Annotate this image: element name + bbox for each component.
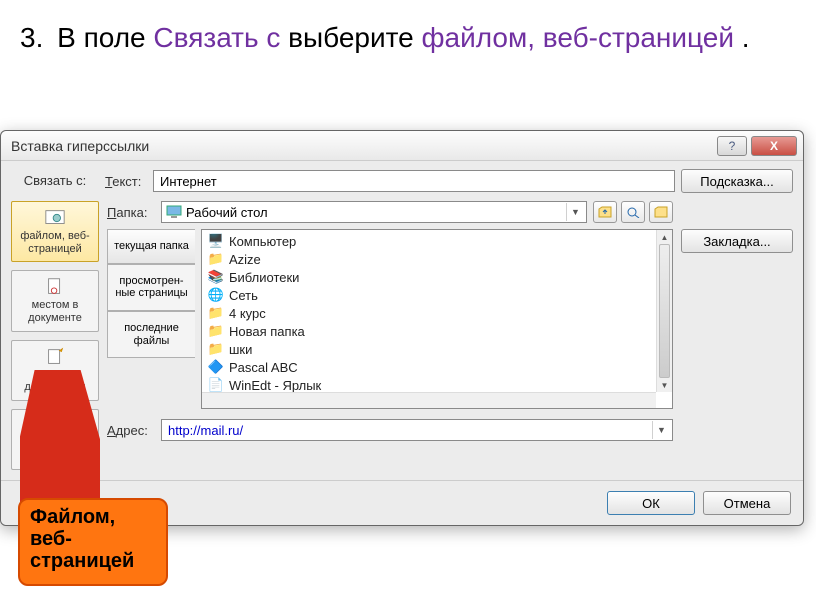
file-icon: 🔷 [208, 359, 224, 375]
file-label: шки [229, 342, 252, 357]
linkto-email[interactable]: электронной почтой [11, 409, 99, 470]
list-item[interactable]: 🖥️ Компьютер [202, 232, 672, 250]
text-label: Текст: [105, 174, 147, 189]
file-label: Библиотеки [229, 270, 299, 285]
screentip-button[interactable]: Подсказка... [681, 169, 793, 193]
file-icon: 📁 [208, 341, 224, 357]
titlebar[interactable]: Вставка гиперссылки ? X [1, 131, 803, 161]
linkto-label-1: местом в документе [14, 299, 96, 324]
list-item[interactable]: 🔷 Pascal ABC [202, 358, 672, 376]
file-label: Pascal ABC [229, 360, 298, 375]
desktop-icon [166, 205, 182, 219]
address-label: Адрес: [107, 423, 155, 438]
linkto-label-0: файлом, веб-страницей [14, 230, 96, 255]
tab-recent-files[interactable]: последние файлы [107, 311, 195, 358]
tab-browsed-pages[interactable]: просмотрен-ные страницы [107, 264, 195, 311]
file-label: Компьютер [229, 234, 296, 249]
list-item[interactable]: 📁 4 курс [202, 304, 672, 322]
scroll-thumb[interactable] [659, 244, 670, 378]
folder-up-icon [598, 206, 612, 218]
email-icon [44, 416, 66, 436]
callout-box: Файлом, веб-страницей [18, 498, 168, 586]
file-icon: 📚 [208, 269, 224, 285]
scroll-down-icon[interactable]: ▼ [657, 378, 672, 392]
callout-text: Файлом, веб-страницей [30, 506, 156, 572]
file-label: Сеть [229, 288, 258, 303]
file-icon: 📁 [208, 323, 224, 339]
browse-web-button[interactable] [621, 201, 645, 223]
vertical-scrollbar[interactable]: ▲ ▼ [656, 230, 672, 392]
display-text-input[interactable] [153, 170, 675, 192]
linkto-column: файлом, веб-страницей местом в документе… [11, 201, 99, 470]
folder-label: Папка: [107, 205, 155, 220]
list-item[interactable]: 🌐 Сеть [202, 286, 672, 304]
horizontal-scrollbar[interactable] [202, 392, 656, 408]
list-item[interactable]: 📁 шки [202, 340, 672, 358]
linkto-place-in-doc[interactable]: местом в документе [11, 270, 99, 331]
chevron-down-icon: ▼ [566, 203, 584, 221]
scroll-up-icon[interactable]: ▲ [657, 230, 672, 244]
document-target-icon [44, 277, 66, 297]
file-label: Новая папка [229, 324, 305, 339]
file-icon: 🖥️ [208, 233, 224, 249]
open-folder-icon [654, 206, 668, 218]
linkto-label-2: новым документом [14, 369, 96, 394]
ok-button[interactable]: ОК [607, 491, 695, 515]
close-button[interactable]: X [751, 136, 797, 156]
chevron-down-icon: ▼ [652, 421, 670, 439]
list-item[interactable]: 📁 Azize [202, 250, 672, 268]
bookmark-button[interactable]: Закладка... [681, 229, 793, 253]
tab-current-folder[interactable]: текущая папка [107, 229, 195, 264]
help-button[interactable]: ? [717, 136, 747, 156]
file-label: Azize [229, 252, 261, 267]
file-icon: 📄 [208, 377, 224, 393]
address-combo[interactable]: http://mail.ru/ ▼ [161, 419, 673, 441]
linkto-label: Связать с: [11, 173, 99, 188]
new-doc-icon [44, 347, 66, 367]
file-label: WinEdt - Ярлык [229, 378, 321, 393]
file-icon: 📁 [208, 251, 224, 267]
cancel-button[interactable]: Отмена [703, 491, 791, 515]
list-item[interactable]: 📁 Новая папка [202, 322, 672, 340]
browse-web-icon [626, 206, 640, 218]
browse-file-button[interactable] [649, 201, 673, 223]
up-folder-button[interactable] [593, 201, 617, 223]
linkto-new-document[interactable]: новым документом [11, 340, 99, 401]
file-label: 4 курс [229, 306, 266, 321]
instruction-text: 3. В поле Связать с выберите файлом, веб… [0, 0, 816, 66]
file-list[interactable]: 🖥️ Компьютер 📁 Azize 📚 Библиотеки 🌐 Сеть 📁 4 курс… [201, 229, 673, 409]
webpage-icon [44, 208, 66, 228]
step-number: 3. [20, 22, 43, 53]
linkto-file-webpage[interactable]: файлом, веб-страницей [11, 201, 99, 262]
hyperlink-dialog: Вставка гиперссылки ? X Связать с: Текст… [0, 130, 804, 526]
list-item[interactable]: 📚 Библиотеки [202, 268, 672, 286]
linkto-label-3: электронной почтой [14, 438, 96, 463]
file-icon: 📁 [208, 305, 224, 321]
dialog-title: Вставка гиперссылки [11, 138, 717, 154]
folder-combo[interactable]: Рабочий стол ▼ [161, 201, 587, 223]
file-icon: 🌐 [208, 287, 224, 303]
